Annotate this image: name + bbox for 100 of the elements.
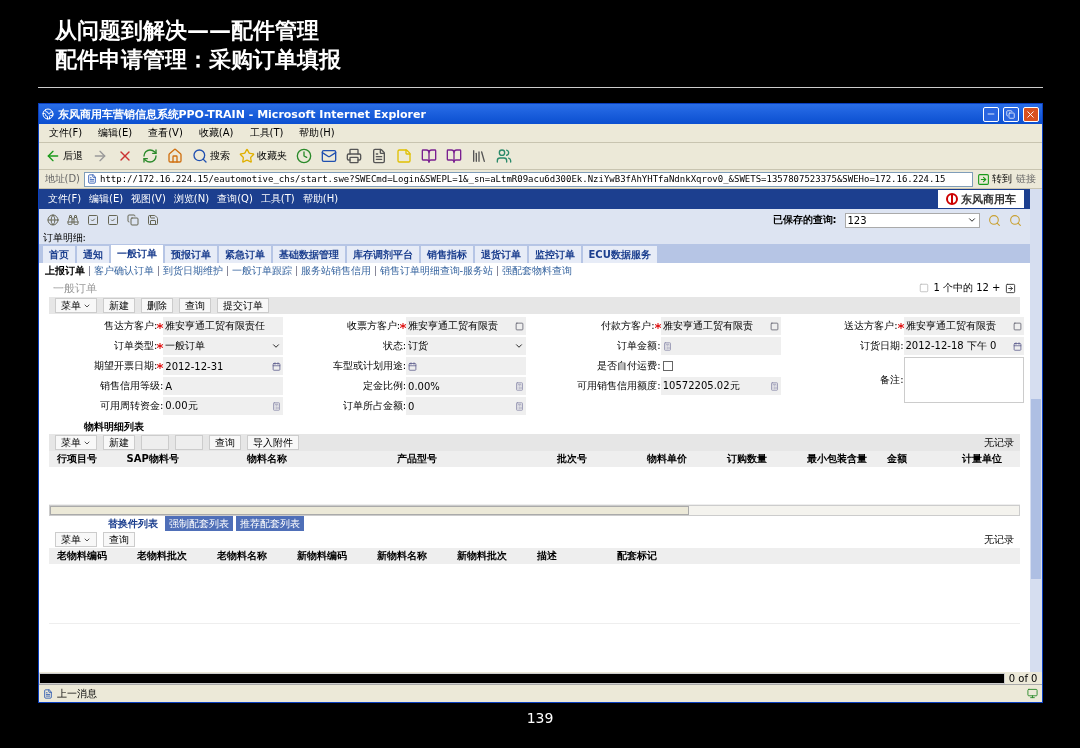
column-header[interactable]: 老物料编码 [48, 549, 129, 563]
next-icon[interactable] [1004, 282, 1016, 294]
tab[interactable]: 销售指标 [420, 246, 473, 263]
maximize-button[interactable] [1002, 106, 1019, 122]
input-field[interactable]: 雅安亨通工贸有限责 [660, 317, 781, 335]
toolbar-button[interactable]: 搜索 [191, 148, 230, 164]
menu-button[interactable]: 菜单 [54, 532, 97, 547]
toolbar-button[interactable]: 后退 [44, 148, 83, 164]
subtab-link[interactable]: 上报订单 [44, 264, 85, 278]
home-icon[interactable] [166, 148, 183, 164]
input-field[interactable]: A [163, 377, 284, 395]
toolbar-button[interactable]: 提交订单 [216, 298, 269, 313]
tab[interactable]: 通知 [76, 246, 109, 263]
column-header[interactable]: 配套标记 [608, 549, 689, 563]
menu-item[interactable]: 工具(T) [245, 126, 288, 140]
picker-icon[interactable] [769, 321, 779, 331]
address-field[interactable]: http://172.16.224.15/eautomotive_chs/start.swe?SWECmd=Login&SWEPL=1&_sn=aLtmR09acu6d300Ek.NziYwB3fAhYHTfaNdnkXqrov0_&SWETS=1357807523375&SWEHo=172.16.224.15 [84, 171, 973, 187]
subtab-link[interactable]: 一般订单跟踪 [231, 264, 292, 278]
menu-item[interactable]: 查看(V) [144, 126, 187, 140]
vertical-scrollbar[interactable] [1029, 189, 1042, 672]
calendar-icon[interactable] [408, 361, 418, 371]
refresh-icon[interactable] [141, 148, 158, 164]
picker-icon[interactable] [1012, 321, 1022, 331]
column-header[interactable]: 产品型号 [388, 452, 549, 466]
column-header[interactable]: 最小包装含量 [798, 452, 879, 466]
book-icon[interactable] [420, 148, 437, 164]
search-icon[interactable] [987, 213, 1001, 227]
column-header[interactable]: 描述 [528, 549, 609, 563]
tab[interactable]: 首页 [42, 246, 75, 263]
tab[interactable]: 一般订单 [110, 245, 163, 263]
calculator-icon[interactable] [662, 341, 672, 351]
menu-item[interactable]: 文件(F) [44, 192, 85, 206]
menu-button[interactable]: 菜单 [54, 435, 97, 450]
tab[interactable]: ECU数据服务 [582, 246, 657, 263]
mail-icon[interactable] [320, 148, 337, 164]
tab[interactable]: 预报订单 [164, 246, 217, 263]
calculator-icon[interactable] [769, 381, 779, 391]
input-field[interactable]: 0 [406, 397, 527, 415]
menu-button[interactable]: 菜单 [54, 298, 97, 313]
globe-icon[interactable] [46, 214, 59, 226]
column-header[interactable]: 批次号 [548, 452, 639, 466]
toolbar-button[interactable]: 删除 [140, 298, 173, 313]
horizontal-scrollbar[interactable] [48, 505, 1020, 516]
toolbar-button[interactable]: 新建 [102, 435, 135, 450]
input-field[interactable]: 雅安亨通工贸有限责任 [163, 317, 284, 335]
checkbox-icon[interactable] [86, 214, 99, 226]
menu-item[interactable]: 工具(T) [257, 192, 298, 206]
column-header[interactable]: 新物料批次 [448, 549, 529, 563]
tab[interactable]: 监控订单 [528, 246, 581, 263]
picker-icon[interactable] [515, 321, 525, 331]
toolbar-button[interactable]: 收藏夹 [238, 148, 287, 164]
tab[interactable]: 紧急订单 [218, 246, 271, 263]
toolbar-button[interactable]: 查询 [208, 435, 241, 450]
search-icon[interactable] [1008, 213, 1022, 227]
tab[interactable]: 退货订单 [474, 246, 527, 263]
users-icon[interactable] [495, 148, 512, 164]
input-field[interactable]: 0.00元 [163, 397, 284, 415]
toolbar-button[interactable]: 新建 [102, 298, 135, 313]
subtab-link[interactable]: 强配套物料查询 [502, 264, 573, 278]
menu-item[interactable]: 帮助(H) [299, 192, 342, 206]
book-icon[interactable] [445, 148, 462, 164]
calendar-icon[interactable] [1012, 341, 1022, 351]
input-field[interactable]: 2012-12-18 下午 0 [903, 337, 1024, 355]
calendar-icon[interactable] [272, 361, 282, 371]
toolbar-button[interactable]: 导入附件 [246, 435, 299, 450]
dropdown-icon[interactable] [514, 341, 525, 351]
input-field[interactable]: 雅安亨通工贸有限责 [903, 317, 1024, 335]
minimize-button[interactable] [982, 106, 999, 122]
copy-icon[interactable] [126, 214, 139, 226]
column-header[interactable]: 老物料名称 [208, 549, 289, 563]
clock-icon[interactable] [295, 148, 312, 164]
printer-icon[interactable] [345, 148, 362, 164]
links-label[interactable]: 链接 [1015, 172, 1036, 186]
menu-item[interactable]: 帮助(H) [295, 126, 339, 140]
input-field[interactable]: 订货 [406, 337, 527, 355]
checkbox-icon[interactable] [106, 214, 119, 226]
toolbar-button[interactable]: 查询 [178, 298, 211, 313]
go-button[interactable]: 转到 [976, 172, 1012, 186]
subtab-link[interactable]: 服务站销售信用 [300, 264, 371, 278]
column-header[interactable]: 计量单位 [953, 452, 1014, 466]
column-header[interactable]: SAP物料号 [118, 452, 239, 466]
document-icon[interactable] [370, 148, 387, 164]
dropdown-icon[interactable] [271, 341, 282, 351]
horizontal-scrollbar[interactable] [38, 672, 1005, 684]
menu-item[interactable]: 视图(V) [128, 192, 169, 206]
toolbar-button[interactable]: 查询 [102, 532, 135, 547]
menu-item[interactable]: 文件(F) [44, 126, 87, 140]
column-header[interactable]: 新物料编码 [288, 549, 369, 563]
column-header[interactable]: 行项目号 [48, 452, 119, 466]
calculator-icon[interactable] [515, 401, 525, 411]
input-field[interactable] [406, 357, 527, 375]
column-header[interactable]: 物料单价 [638, 452, 719, 466]
subtab-link[interactable]: 销售订单明细查询-服务站 [379, 264, 494, 278]
input-field[interactable]: 雅安亨通工贸有限责 [406, 317, 527, 335]
input-field[interactable]: 0.00% [406, 377, 527, 395]
menu-item[interactable]: 编辑(E) [94, 126, 137, 140]
menu-item[interactable]: 收藏(A) [194, 126, 238, 140]
column-header[interactable]: 物料名称 [238, 452, 389, 466]
column-header[interactable]: 订购数量 [718, 452, 799, 466]
menu-item[interactable]: 查询(Q) [214, 192, 256, 206]
